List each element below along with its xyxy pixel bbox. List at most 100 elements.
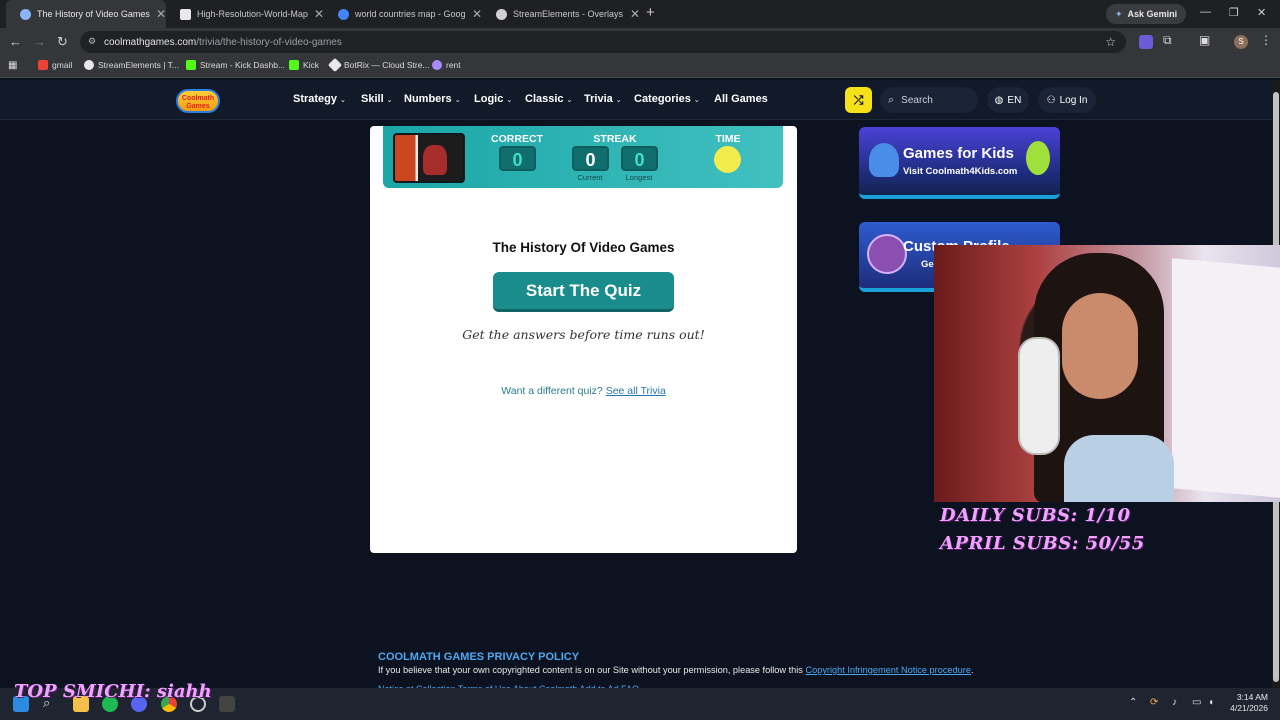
volume-icon[interactable]: ◖	[1208, 697, 1214, 708]
octopus-mascot-icon	[869, 143, 899, 177]
bookmark-label: Kick	[303, 60, 320, 70]
bookmark-label: Stream - Kick Dashb...	[200, 60, 286, 70]
daily-subs-counter: DAILY SUBS: 1/10	[940, 505, 1131, 526]
whiteboard-background	[1172, 258, 1280, 498]
nav-trivia[interactable]: Trivia ⌄	[584, 93, 622, 105]
current-label: Current	[577, 173, 603, 182]
bookmark-label: StreamElements | T...	[98, 60, 179, 70]
chevron-down-icon: ⌄	[615, 97, 622, 104]
see-all-trivia-link[interactable]: See all Trivia	[606, 385, 666, 397]
nav-skill[interactable]: Skill ⌄	[361, 93, 393, 105]
tab-streamelements[interactable]: StreamElements - Overlays ✕	[482, 0, 640, 28]
tab-world-map-image[interactable]: High-Resolution-World-Map.jp ✕	[166, 0, 324, 28]
close-tab-icon[interactable]: ✕	[630, 7, 640, 21]
browser-tab-strip: The History of Video Games | F ✕ High-Re…	[0, 0, 1280, 28]
bookmark-streamelements[interactable]: StreamElements | T...	[84, 60, 179, 70]
games-for-kids-promo[interactable]: Games for Kids Visit Coolmath4Kids.com	[859, 127, 1060, 199]
menu-kebab-icon[interactable]: ⋮	[1260, 33, 1274, 47]
bookmark-gmail[interactable]: gmail	[38, 60, 72, 70]
logo-line-2: Games	[186, 103, 210, 110]
app-icon[interactable]	[219, 696, 235, 712]
clock-time: 3:14 AM	[1236, 692, 1268, 702]
network-icon[interactable]: ▭	[1192, 697, 1201, 708]
url-path: /trivia/the-history-of-video-games	[196, 36, 342, 48]
different-quiz-text: Want a different quiz?	[501, 385, 603, 397]
quiz-scoreboard: CORRECT 0 STREAK 0 0 Current Longest TIM…	[383, 126, 783, 188]
nav-numbers[interactable]: Numbers ⌄	[404, 93, 461, 105]
start-quiz-button[interactable]: Start The Quiz	[493, 272, 674, 312]
nav-logic[interactable]: Logic ⌄	[474, 93, 512, 105]
globe-icon: ◍	[994, 94, 1004, 106]
close-tab-icon[interactable]: ✕	[472, 7, 482, 21]
nav-all-games[interactable]: All Games	[714, 93, 768, 105]
bookmark-star-icon[interactable]: ☆	[1105, 35, 1116, 49]
streak-current-count: 0	[572, 146, 609, 171]
close-tab-icon[interactable]: ✕	[156, 7, 166, 21]
tab-google-search[interactable]: world countries map - Google ✕	[324, 0, 482, 28]
search-placeholder: Search	[901, 94, 933, 106]
login-label: Log In	[1059, 94, 1088, 106]
coolmath-games-logo[interactable]: Coolmath Games	[176, 89, 220, 113]
chevron-down-icon: ⌄	[566, 97, 573, 104]
promo-subtitle: Visit Coolmath4Kids.com	[903, 166, 1018, 177]
tab-history-of-video-games[interactable]: The History of Video Games | F ✕	[6, 0, 166, 28]
url-host: coolmathgames.com	[104, 36, 197, 48]
nav-categories[interactable]: Categories ⌄	[634, 93, 700, 105]
back-arrow-icon[interactable]: ←	[9, 34, 22, 49]
correct-label: CORRECT	[491, 133, 543, 145]
close-window-icon[interactable]: ✕	[1257, 6, 1266, 19]
search-input[interactable]: ⌕ Search	[880, 87, 978, 113]
tab-title: High-Resolution-World-Map.jp	[197, 9, 308, 19]
login-button[interactable]: ⚇ Log In	[1038, 87, 1096, 113]
bookmark-kick[interactable]: Kick	[289, 60, 319, 70]
side-panel-icon[interactable]: ▣	[1199, 33, 1213, 47]
address-toolbar: ← → ↻ ⚙ coolmathgames.com/trivia/the-his…	[0, 28, 1280, 56]
coolmath-favicon-icon	[20, 8, 31, 20]
streamelements-icon	[84, 60, 94, 70]
apps-grid-icon[interactable]: ▦	[8, 60, 17, 71]
profile-avatar[interactable]: S	[1234, 35, 1248, 49]
tray-chevron-up-icon[interactable]: ⌃	[1129, 697, 1137, 708]
bookmark-rent[interactable]: rent	[432, 60, 461, 70]
sync-icon[interactable]: ⟳	[1150, 697, 1158, 708]
streak-longest-count: 0	[621, 146, 658, 171]
nav-strategy[interactable]: Strategy ⌄	[293, 93, 346, 105]
reload-icon[interactable]: ↻	[57, 34, 68, 50]
image-favicon-icon	[180, 8, 191, 20]
profile-avatar-icon	[867, 234, 907, 274]
close-tab-icon[interactable]: ✕	[314, 7, 324, 21]
microphone-icon[interactable]: ♪	[1172, 697, 1177, 708]
streamer-shirt	[1064, 435, 1174, 502]
nav-classic[interactable]: Classic ⌄	[525, 93, 572, 105]
promo-subtitle: Ge	[921, 259, 934, 270]
bookmark-botrix[interactable]: BotRix — Cloud Stre...	[327, 57, 430, 73]
extensions-puzzle-icon[interactable]: ⧉	[1163, 33, 1177, 47]
url-bar[interactable]: ⚙ coolmathgames.com/trivia/the-history-o…	[80, 31, 1126, 53]
language-selector[interactable]: ◍ EN	[987, 87, 1029, 113]
quiz-title: The History Of Video Games	[492, 240, 675, 255]
forward-arrow-icon[interactable]: →	[33, 34, 46, 49]
rent-icon	[432, 60, 442, 70]
random-game-shuffle-icon[interactable]: ⤮	[845, 87, 872, 113]
streamelements-favicon-icon	[496, 8, 507, 20]
restore-icon[interactable]: ❐	[1229, 6, 1239, 19]
chevron-down-icon: ⌄	[506, 97, 513, 104]
nav-label: Logic	[474, 93, 504, 105]
chevron-down-icon: ⌄	[340, 97, 346, 104]
quiz-hint: Get the answers before time runs out!	[462, 327, 705, 342]
privacy-policy-heading[interactable]: COOLMATH GAMES PRIVACY POLICY	[378, 651, 579, 663]
copyright-end: .	[970, 665, 974, 675]
language-label: EN	[1007, 94, 1022, 106]
bookmark-kick-dashboard[interactable]: Stream - Kick Dashb...	[186, 60, 285, 70]
twitch-extension-icon[interactable]	[1139, 35, 1153, 49]
ask-gemini-button[interactable]: ✦ Ask Gemini	[1106, 4, 1187, 24]
correct-count: 0	[499, 146, 536, 171]
new-tab-button[interactable]: +	[646, 4, 655, 21]
taskbar-clock[interactable]: 3:14 AM 4/21/2026	[1222, 692, 1268, 714]
tab-title: world countries map - Google	[355, 9, 466, 19]
copyright-infringement-link[interactable]: Copyright Infringement Notice procedure	[805, 665, 970, 675]
bookmark-label: gmail	[52, 60, 73, 70]
nav-label: Trivia	[584, 93, 613, 105]
site-info-icon[interactable]: ⚙	[88, 36, 96, 47]
minimize-icon[interactable]: —	[1200, 6, 1211, 18]
